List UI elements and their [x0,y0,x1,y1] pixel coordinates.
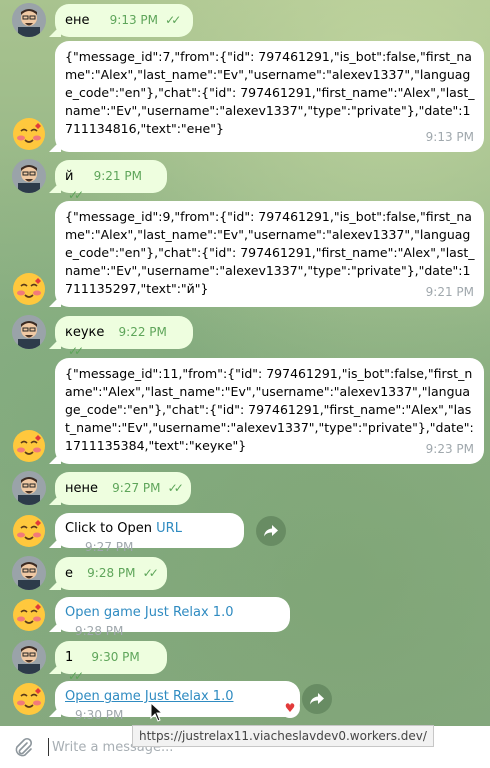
message-bubble-incoming[interactable]: Open game Just Relax 1.0 9:30 PM [55,681,300,722]
bot-avatar[interactable] [12,598,46,632]
user-avatar[interactable] [12,556,46,590]
read-check-icon: ✓✓ [165,13,181,27]
message-bubble-incoming[interactable]: {"message_id":9,"from":{"id": 797461291,… [55,201,484,307]
user-avatar[interactable] [12,159,46,193]
message-time: 9:28 PM [75,624,124,638]
heart-glyph: ♥ [284,701,296,715]
bot-avatar[interactable] [12,514,46,548]
message-bubble-outgoing[interactable]: е 9:28 PM ✓✓ [55,557,167,590]
message-text: {"message_id":7,"from":{"id": 797461291,… [65,49,475,136]
message-text: {"message_id":9,"from":{"id": 797461291,… [65,209,475,296]
message-text: е [65,566,73,581]
message-time: 9:27 PM [85,540,134,554]
read-check-icon: ✓✓ [68,344,84,358]
text-cursor [48,738,49,756]
message-bubble-outgoing[interactable]: 1 9:30 PM ✓✓ [55,641,167,683]
bot-avatar[interactable] [12,117,46,151]
message-text: й [65,169,74,184]
user-avatar[interactable] [12,315,46,349]
message-time: 9:13 PM [425,130,474,144]
message-bubble-outgoing[interactable]: й 9:21 PM ✓✓ [55,160,167,202]
message-bubble-outgoing[interactable]: нене 9:27 PM ✓✓ [55,472,191,505]
message-bubble-outgoing[interactable]: ене 9:13 PM ✓✓ [55,4,193,37]
message-time: 9:28 PM [87,566,136,580]
message-text: ене [65,13,90,28]
bot-avatar[interactable] [12,429,46,463]
game-link[interactable]: Open game Just Relax 1.0 [65,605,233,620]
chat-area[interactable]: ене 9:13 PM ✓✓ {"message_id":7,"from":{"… [0,0,490,726]
heart-reaction-icon[interactable]: ♥ [280,698,300,718]
read-check-icon: ✓✓ [167,481,184,495]
user-avatar[interactable] [12,3,46,37]
user-avatar[interactable] [12,640,46,674]
share-icon [310,693,324,705]
message-text: нене [65,481,98,496]
message-text: {"message_id":11,"from":{"id": 797461291… [65,366,474,453]
read-check-icon: ✓✓ [68,188,84,202]
mouse-pointer-icon [150,702,164,722]
paperclip-icon[interactable] [12,737,34,759]
message-bubble-outgoing[interactable]: кеуке 9:22 PM ✓✓ [55,316,193,358]
message-time: 9:21 PM [425,285,474,299]
message-bubble-incoming[interactable]: Click to Open URL 9:27 PM [55,513,244,554]
message-text: 1 [65,650,74,665]
url-link[interactable]: URL [156,521,182,536]
message-time: 9:30 PM [91,650,140,664]
share-button[interactable] [256,516,286,546]
message-time: 9:21 PM [93,169,142,183]
user-avatar[interactable] [12,471,46,505]
bot-avatar[interactable] [12,682,46,716]
message-bubble-incoming[interactable]: {"message_id":7,"from":{"id": 797461291,… [55,41,484,152]
message-time: 9:23 PM [425,442,474,456]
message-time: 9:27 PM [112,481,161,495]
bot-avatar[interactable] [12,272,46,306]
message-text: кеуке [65,325,105,340]
message-time: 9:13 PM [109,13,158,27]
message-text: Click to Open [65,521,157,536]
message-bubble-incoming[interactable]: Open game Just Relax 1.0 9:28 PM [55,597,290,638]
message-bubble-incoming[interactable]: {"message_id":11,"from":{"id": 797461291… [55,358,484,464]
message-time: 9:22 PM [118,325,167,339]
read-check-icon: ✓✓ [142,566,159,580]
message-time: 9:30 PM [75,708,124,722]
share-icon [264,525,278,537]
share-button[interactable] [302,684,332,714]
link-tooltip: https://justrelax11.viacheslavdev0.worke… [132,725,434,747]
